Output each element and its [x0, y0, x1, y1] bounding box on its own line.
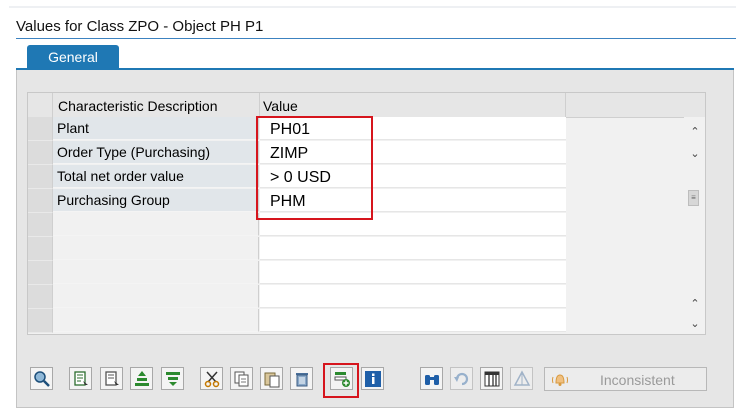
inconsistent-label: Inconsistent	[600, 372, 675, 388]
page-up-icon[interactable]: ⌃	[687, 297, 703, 311]
table-row: Plant PH01	[28, 117, 566, 141]
characteristic-value[interactable]	[260, 309, 566, 332]
find-icon	[34, 371, 50, 387]
table-row	[28, 261, 566, 285]
filter-button[interactable]	[161, 367, 184, 390]
characteristics-table: Characteristic Description Value Plant P…	[27, 92, 706, 335]
characteristic-value[interactable]	[260, 237, 566, 260]
characteristic-description: Plant	[53, 117, 259, 140]
table-row	[28, 285, 566, 309]
row-selector[interactable]	[28, 261, 53, 285]
scroll-up-icon[interactable]: ⌃	[687, 125, 703, 139]
tab-general[interactable]: General	[27, 45, 119, 69]
characteristic-value[interactable]	[260, 285, 566, 308]
characteristic-description	[53, 237, 259, 260]
row-selector[interactable]	[28, 285, 53, 309]
align-icon	[135, 371, 149, 386]
table-row: Order Type (Purchasing) ZIMP	[28, 141, 566, 165]
delete-icon	[296, 373, 308, 387]
row-selector[interactable]	[28, 165, 53, 189]
delete-button[interactable]	[290, 367, 313, 390]
characteristic-value[interactable]: PHM	[260, 189, 566, 212]
row-selector[interactable]	[28, 189, 53, 213]
deselect-all-button[interactable]	[100, 367, 123, 390]
filter-icon	[166, 372, 180, 386]
hierarchy-button[interactable]	[510, 367, 533, 390]
characteristic-description	[53, 213, 259, 236]
column-separator	[565, 93, 566, 117]
characteristic-description: Order Type (Purchasing)	[53, 141, 259, 164]
tab-panel-border	[16, 68, 734, 70]
table-header: Characteristic Description Value	[28, 93, 705, 118]
characteristic-description: Purchasing Group	[53, 189, 259, 212]
table-row	[28, 213, 566, 237]
paste-icon	[264, 372, 280, 388]
column-header-value[interactable]: Value	[263, 98, 298, 114]
table-row	[28, 237, 566, 261]
page-down-icon[interactable]: ⌄	[687, 147, 703, 161]
search-values-button[interactable]	[420, 367, 443, 390]
triangle-icon	[513, 370, 531, 386]
table-row	[28, 309, 566, 333]
row-selector[interactable]	[28, 309, 53, 333]
characteristic-value[interactable]	[260, 261, 566, 284]
undo-icon	[454, 372, 469, 386]
align-button[interactable]	[130, 367, 153, 390]
section-title: Values for Class ZPO - Object PH P1	[16, 18, 264, 35]
section-rule	[16, 38, 736, 39]
characteristic-value[interactable]: PH01	[260, 117, 566, 140]
characteristic-description	[53, 285, 259, 308]
columns-button[interactable]	[480, 367, 503, 390]
top-divider	[9, 6, 736, 8]
info-icon	[365, 371, 381, 387]
row-selector[interactable]	[28, 237, 53, 261]
insert-row-icon	[334, 372, 350, 387]
vertical-scrollbar[interactable]: ⌃ ⌄ ≡ ⌃ ⌄	[684, 117, 705, 334]
row-selector[interactable]	[28, 141, 53, 165]
characteristic-description: Total net order value	[53, 165, 259, 188]
info-button[interactable]	[361, 367, 384, 390]
binoculars-icon	[425, 375, 439, 385]
copy-button[interactable]	[230, 367, 253, 390]
deselect-icon	[105, 371, 119, 386]
column-separator	[259, 93, 260, 117]
characteristic-description	[53, 309, 259, 332]
table-row: Purchasing Group PHM	[28, 189, 566, 213]
columns-icon	[484, 371, 500, 387]
row-selector[interactable]	[28, 213, 53, 237]
scroll-thumb[interactable]: ≡	[688, 190, 699, 206]
table-row: Total net order value > 0 USD	[28, 165, 566, 189]
characteristic-value[interactable]	[260, 213, 566, 236]
cut-icon	[204, 371, 220, 388]
find-button[interactable]	[30, 367, 53, 390]
characteristic-description	[53, 261, 259, 284]
insert-row-button[interactable]	[330, 367, 353, 390]
select-all-button[interactable]	[69, 367, 92, 390]
table-body: Plant PH01 Order Type (Purchasing) ZIMP …	[28, 117, 566, 333]
copy-icon	[234, 371, 249, 387]
cut-button[interactable]	[200, 367, 223, 390]
select-all-icon	[74, 371, 88, 386]
select-all-corner[interactable]	[28, 93, 53, 117]
scroll-down-icon[interactable]: ⌄	[687, 317, 703, 331]
undo-button[interactable]	[450, 367, 473, 390]
characteristic-value[interactable]: ZIMP	[260, 141, 566, 164]
inconsistent-button[interactable]: Inconsistent	[544, 367, 707, 391]
column-header-description[interactable]: Characteristic Description	[58, 98, 218, 114]
bell-icon	[552, 374, 568, 386]
row-selector[interactable]	[28, 117, 53, 141]
characteristic-value[interactable]: > 0 USD	[260, 165, 566, 188]
paste-button[interactable]	[260, 367, 283, 390]
